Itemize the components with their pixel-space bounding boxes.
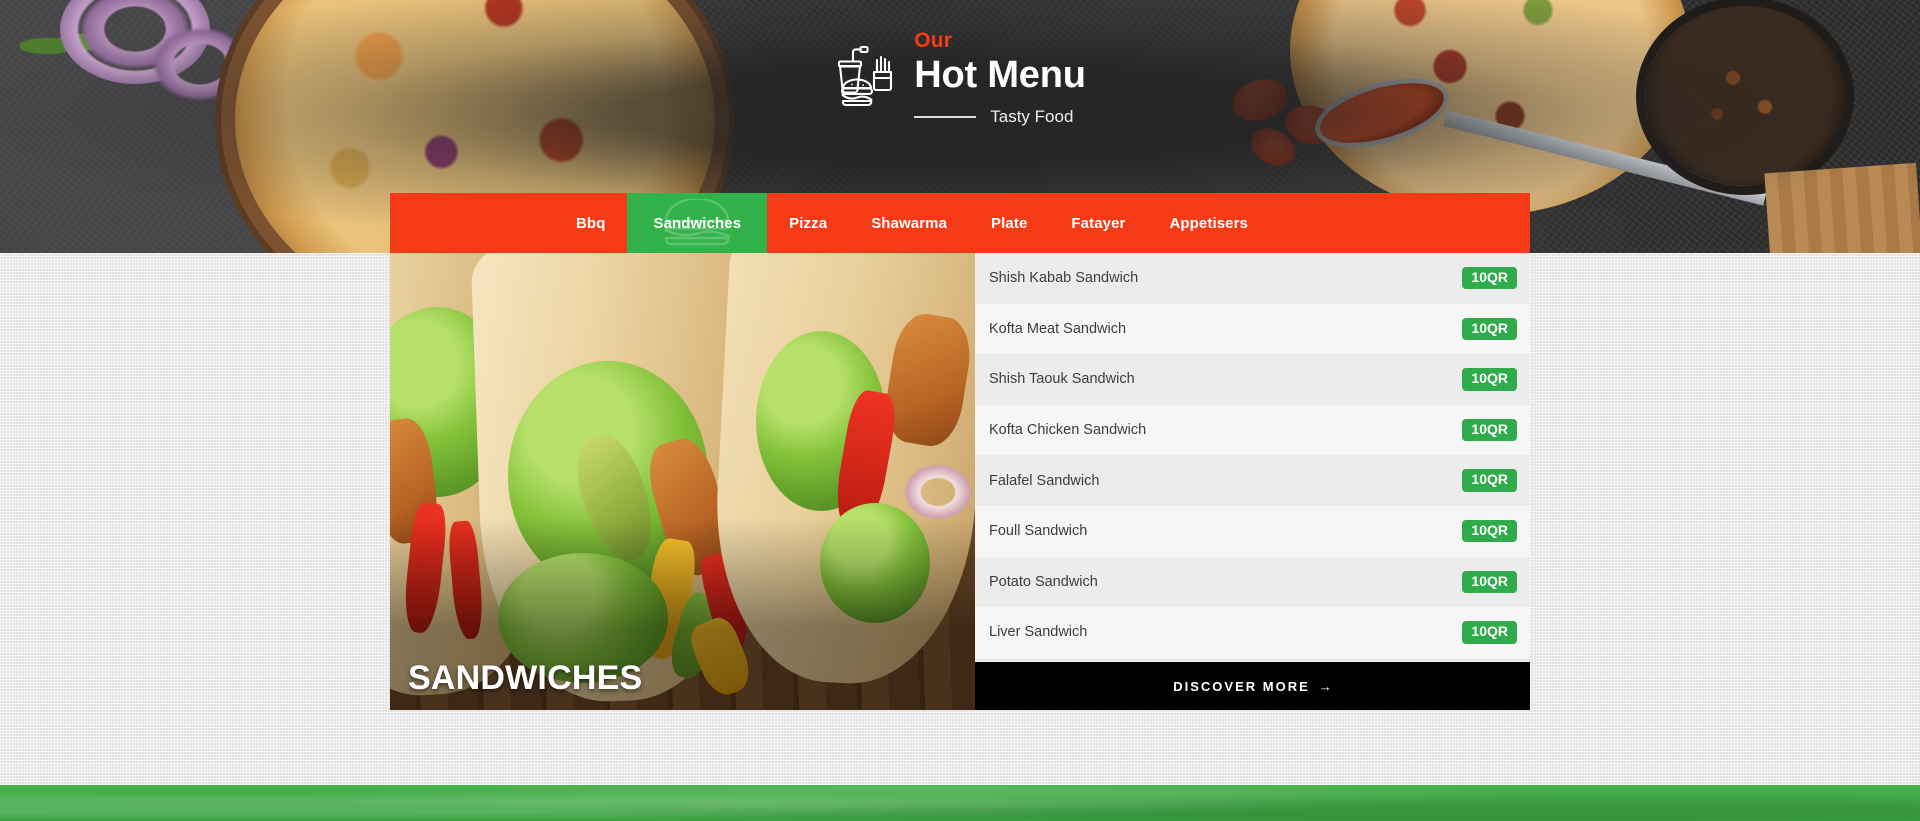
- menu-item-price-badge: 10QR: [1462, 520, 1517, 543]
- menu-item-price-badge: 10QR: [1462, 570, 1517, 594]
- burger-drink-fries-icon: [834, 44, 896, 112]
- menu-list: Shish Kabab Sandwich 10QR Kofta Meat San…: [975, 253, 1530, 662]
- category-photo: SANDWICHES: [390, 253, 975, 710]
- tab-shawarma[interactable]: Shawarma: [849, 193, 969, 253]
- menu-item-name: Kofta Chicken Sandwich: [989, 422, 1147, 439]
- tabs-left-spacer: [390, 193, 554, 253]
- menu-item-row[interactable]: Foull Sandwich 10QR: [975, 505, 1530, 557]
- menu-card: Bbq Sandwiches Pizza Shawarma Plate Fata…: [390, 193, 1530, 710]
- menu-item-row[interactable]: Potato Sandwich 10QR: [975, 556, 1530, 608]
- tab-fatayer[interactable]: Fatayer: [1049, 193, 1147, 253]
- menu-item-name: Potato Sandwich: [989, 573, 1098, 590]
- menu-item-name: Shish Kabab Sandwich: [989, 270, 1139, 287]
- tab-label: Plate: [991, 214, 1028, 232]
- hero-divider-rule: [914, 115, 977, 118]
- discover-more-button[interactable]: DISCOVER MORE →: [975, 662, 1530, 710]
- hero-eyebrow-text: Our: [914, 29, 953, 52]
- arrow-right-icon: →: [1318, 678, 1332, 694]
- menu-item-name: Foull Sandwich: [989, 523, 1088, 540]
- menu-item-row[interactable]: Falafel Sandwich 10QR: [975, 455, 1530, 506]
- footer-green-band: [0, 785, 1920, 821]
- hero-subtitle: Tasty Food: [990, 107, 1074, 126]
- menu-item-price-badge: 10QR: [1462, 418, 1517, 442]
- menu-item-price-badge: 10QR: [1462, 621, 1517, 644]
- tab-label: Sandwiches: [653, 214, 742, 232]
- menu-item-name: Kofta Meat Sandwich: [989, 320, 1127, 337]
- tab-label: Shawarma: [871, 214, 948, 232]
- menu-item-row[interactable]: Kofta Chicken Sandwich 10QR: [975, 404, 1530, 456]
- tab-label: Fatayer: [1071, 214, 1126, 232]
- menu-item-row[interactable]: Kofta Meat Sandwich 10QR: [975, 303, 1530, 355]
- menu-item-name: Liver Sandwich: [989, 624, 1088, 641]
- tab-plate[interactable]: Plate: [969, 193, 1049, 253]
- menu-item-price-badge: 10QR: [1462, 368, 1517, 391]
- tab-bbq[interactable]: Bbq: [554, 193, 627, 253]
- tab-label: Pizza: [789, 214, 828, 232]
- tab-pizza[interactable]: Pizza: [767, 193, 849, 253]
- category-tabs: Bbq Sandwiches Pizza Shawarma Plate Fata…: [390, 193, 1530, 253]
- menu-item-row[interactable]: Liver Sandwich 10QR: [975, 607, 1530, 658]
- menu-item-price-badge: 10QR: [1462, 317, 1517, 341]
- menu-item-row[interactable]: Shish Kabab Sandwich 10QR: [975, 253, 1530, 304]
- menu-item-price-badge: 10QR: [1462, 469, 1517, 492]
- menu-item-price-badge: 10QR: [1462, 267, 1517, 290]
- menu-item-name: Shish Taouk Sandwich: [989, 371, 1135, 388]
- photo-gradient-overlay: [390, 253, 975, 710]
- discover-more-label: DISCOVER MORE: [1173, 678, 1310, 694]
- tab-appetisers[interactable]: Appetisers: [1147, 193, 1270, 253]
- page-root: Our Hot Menu Tasty Food Bbq Sandwiches P…: [0, 0, 1920, 821]
- tab-sandwiches[interactable]: Sandwiches: [627, 193, 768, 253]
- menu-list-column: Shish Kabab Sandwich 10QR Kofta Meat San…: [975, 253, 1530, 710]
- menu-item-row[interactable]: Shish Taouk Sandwich 10QR: [975, 354, 1530, 405]
- tab-label: Bbq: [576, 214, 606, 232]
- tab-label: Appetisers: [1169, 214, 1248, 232]
- page-title: Hot Menu: [914, 54, 1086, 96]
- photo-caption: SANDWICHES: [408, 659, 643, 697]
- menu-card-body: SANDWICHES Shish Kabab Sandwich 10QR Kof…: [390, 253, 1530, 710]
- menu-item-name: Falafel Sandwich: [989, 472, 1100, 489]
